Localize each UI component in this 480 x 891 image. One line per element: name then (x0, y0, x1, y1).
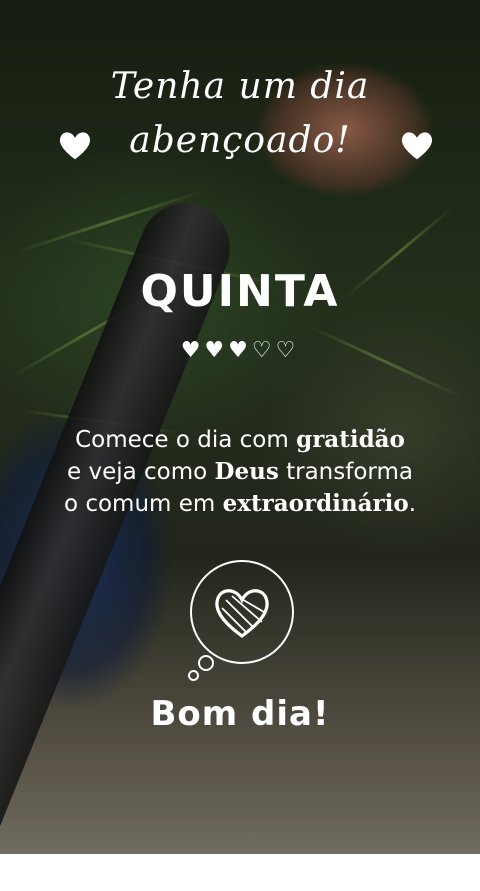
message-line-3: o comum em extraordinário. (0, 488, 480, 520)
message-line-1: Comece o dia com gratidão (0, 424, 480, 456)
message-emphasis: Deus (214, 458, 279, 485)
thought-bubble (190, 560, 294, 664)
message-text-part: transforma (278, 459, 413, 485)
thought-dot (188, 670, 199, 681)
message-line-2: e veja como Deus transforma (0, 456, 480, 488)
weekday-title: QUINTA (140, 266, 340, 317)
message-text: Comece o dia com gratidão e veja como De… (0, 424, 480, 520)
weekday-progress-hearts: ♥♥♥♡♡ (180, 338, 300, 363)
heart-icon (215, 589, 269, 638)
greeting-text: Bom dia! (150, 694, 330, 734)
message-text-part: Comece o dia com (75, 427, 297, 453)
message-text-part: . (408, 491, 417, 517)
message-emphasis: extraordinário (222, 490, 409, 517)
message-text-part: o comum em (63, 491, 223, 517)
message-text-part: e veja como (67, 459, 215, 485)
message-emphasis: gratidão (296, 426, 405, 453)
title-line-1: Tenha um dia (110, 66, 370, 107)
thought-dot (198, 655, 214, 671)
heart-icon (401, 132, 433, 160)
